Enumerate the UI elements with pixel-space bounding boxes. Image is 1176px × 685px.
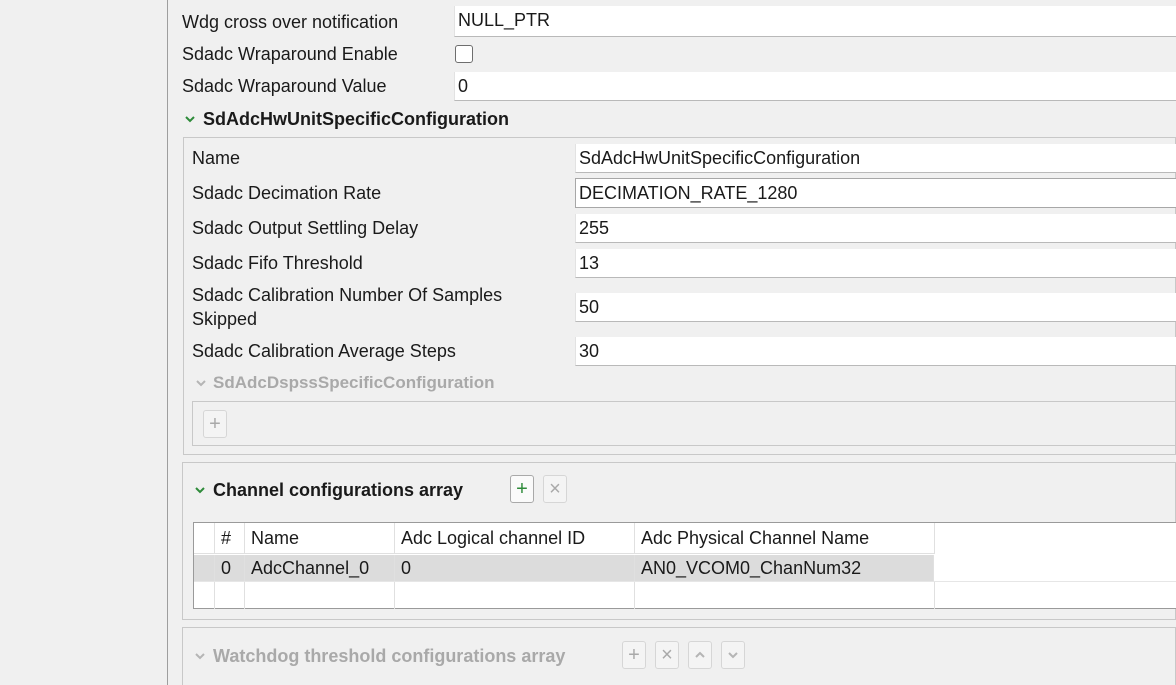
close-icon: × — [549, 478, 561, 500]
decimation-rate-label: Sdadc Decimation Rate — [192, 183, 382, 203]
dspss-section-title: SdAdcDspssSpecificConfiguration — [213, 373, 495, 392]
table-header-logical-id[interactable]: Adc Logical channel ID — [395, 523, 635, 554]
calib-skipped-label-line1: Sdadc Calibration Number Of Samples — [192, 285, 503, 305]
empty-cell — [215, 582, 245, 609]
chevron-down-icon — [196, 380, 206, 387]
table-row-selector-header — [194, 523, 215, 554]
dspss-group — [192, 401, 1176, 446]
table-row[interactable]: 0 AdcChannel_0 0 AN0_VCOM0_ChanNum32 — [194, 555, 934, 581]
calib-skipped-label-line2: Skipped — [192, 309, 258, 329]
hw-name-field[interactable]: SdAdcHwUnitSpecificConfiguration — [575, 144, 1176, 173]
remove-watchdog-button[interactable]: × — [655, 641, 679, 669]
add-channel-button[interactable]: + — [510, 475, 534, 503]
empty-cell — [245, 582, 395, 609]
table-header-physical-name[interactable]: Adc Physical Channel Name — [635, 523, 935, 554]
chevron-down-icon — [728, 652, 738, 659]
chevron-down-icon — [195, 653, 205, 660]
channel-table: # Name Adc Logical channel ID Adc Physic… — [193, 522, 1176, 609]
table-cell-index: 0 — [215, 555, 245, 581]
move-up-button[interactable] — [688, 641, 712, 669]
table-header-name[interactable]: Name — [245, 523, 395, 554]
table-cell-physical-name[interactable]: AN0_VCOM0_ChanNum32 — [635, 555, 934, 581]
remove-channel-button[interactable]: × — [543, 475, 567, 503]
decimation-rate-field[interactable]: DECIMATION_RATE_1280 — [575, 178, 1176, 208]
chevron-down-icon[interactable] — [193, 483, 207, 497]
chevron-up-icon — [695, 651, 705, 658]
dspss-add-button[interactable]: + — [203, 410, 227, 438]
row-selector[interactable] — [194, 555, 215, 581]
hw-name-label: Name — [192, 148, 241, 168]
calib-average-label: Sdadc Calibration Average Steps — [192, 341, 456, 361]
table-empty-row — [194, 581, 1176, 609]
settling-delay-field[interactable]: 255 — [575, 214, 1176, 243]
move-down-button[interactable] — [721, 641, 745, 669]
left-pane — [0, 0, 168, 685]
add-watchdog-button[interactable]: + — [622, 641, 646, 669]
fifo-threshold-field[interactable]: 13 — [575, 249, 1176, 278]
empty-cell — [395, 582, 635, 609]
chevron-down-icon[interactable] — [183, 112, 197, 126]
calib-average-field[interactable]: 30 — [575, 337, 1176, 366]
table-cell-name[interactable]: AdcChannel_0 — [245, 555, 395, 581]
settling-delay-label: Sdadc Output Settling Delay — [192, 218, 419, 238]
empty-cell — [635, 582, 935, 609]
watchdog-section-title: Watchdog threshold configurations array — [213, 646, 566, 666]
table-header-index[interactable]: # — [215, 523, 245, 554]
plus-icon: + — [209, 413, 221, 435]
wdg-notification-label: Wdg cross over notification — [182, 12, 399, 32]
wdg-notification-field[interactable]: NULL_PTR — [454, 6, 1176, 37]
channel-config-title: Channel configurations array — [213, 480, 464, 500]
wraparound-enable-checkbox[interactable] — [455, 45, 473, 63]
calib-skipped-field[interactable]: 50 — [575, 293, 1176, 322]
table-cell-logical-id[interactable]: 0 — [395, 555, 635, 581]
hw-unit-section-title: SdAdcHwUnitSpecificConfiguration — [203, 109, 509, 129]
wraparound-value-label: Sdadc Wraparound Value — [182, 76, 387, 96]
plus-icon: + — [628, 644, 640, 666]
close-icon: × — [661, 644, 673, 666]
wraparound-enable-label: Sdadc Wraparound Enable — [182, 44, 398, 64]
fifo-threshold-label: Sdadc Fifo Threshold — [192, 253, 363, 273]
plus-icon: + — [516, 478, 528, 500]
empty-cell — [194, 582, 215, 609]
wraparound-value-field[interactable]: 0 — [454, 72, 1176, 101]
